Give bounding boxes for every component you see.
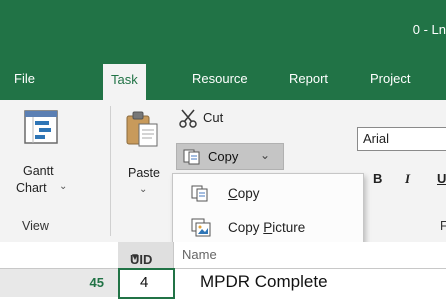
paste-icon bbox=[126, 111, 158, 147]
paste-label: Paste bbox=[128, 166, 160, 180]
copy-icon bbox=[191, 185, 208, 202]
window-title: 0 - Ln bbox=[412, 22, 446, 37]
uid-value: 4 bbox=[140, 274, 149, 291]
row-number: 45 bbox=[89, 275, 104, 290]
sort-descending-icon: ▼ bbox=[130, 252, 140, 263]
uid-cell-selected[interactable]: 4 bbox=[118, 268, 175, 299]
menu-item-copy[interactable]: Copy bbox=[173, 178, 363, 210]
underline-button[interactable]: U bbox=[437, 171, 446, 186]
title-bar: 0 - Ln bbox=[0, 0, 446, 60]
tab-file[interactable]: File bbox=[14, 60, 35, 100]
font-group-label: F bbox=[440, 219, 446, 233]
copy-icon bbox=[183, 149, 200, 165]
copy-dropdown-menu: Copy Copy Picture bbox=[172, 173, 364, 251]
copy-picture-icon bbox=[191, 218, 211, 237]
tab-resource[interactable]: Resource bbox=[192, 60, 248, 100]
group-divider bbox=[110, 106, 111, 236]
menu-item-copy-picture-label: Copy Picture bbox=[228, 220, 306, 235]
tab-report[interactable]: Report bbox=[289, 60, 328, 100]
view-group-label: View bbox=[22, 219, 49, 233]
scissors-icon bbox=[179, 109, 197, 128]
column-header-row: UID ▼ Name bbox=[0, 242, 446, 269]
font-name-combobox[interactable]: Arial bbox=[357, 127, 446, 151]
ribbon-tab-bar: File Task Resource Report Project bbox=[0, 60, 446, 100]
tab-task[interactable]: Task bbox=[103, 64, 146, 100]
gantt-chart-button[interactable]: Gantt Chart ⌄ bbox=[8, 106, 72, 198]
column-header-name[interactable]: Name bbox=[182, 247, 217, 262]
copy-split-button[interactable]: Copy ⌄ bbox=[176, 143, 284, 170]
gantt-label-line1: Gantt bbox=[23, 164, 54, 178]
font-name-value: Arial bbox=[363, 131, 390, 146]
menu-item-copy-label: Copy bbox=[228, 186, 260, 201]
paste-dropdown-icon[interactable]: ⌄ bbox=[139, 184, 147, 195]
row-number-cell[interactable]: 45 bbox=[0, 269, 118, 297]
task-grid: UID ▼ Name 45 4 MPDR Complete bbox=[0, 242, 446, 299]
paste-button[interactable]: Paste ⌄ bbox=[118, 106, 168, 211]
copy-dropdown-chevron-icon[interactable]: ⌄ bbox=[260, 148, 270, 162]
copy-label: Copy bbox=[208, 149, 239, 164]
bold-button[interactable]: B bbox=[373, 171, 382, 186]
menu-item-copy-picture[interactable]: Copy Picture bbox=[173, 212, 363, 244]
task-name-cell[interactable]: MPDR Complete bbox=[200, 272, 328, 292]
cut-button[interactable]: Cut bbox=[178, 108, 238, 130]
column-header-uid[interactable]: UID ▼ bbox=[118, 242, 174, 268]
gantt-label-line2: Chart bbox=[16, 181, 47, 195]
cut-label: Cut bbox=[203, 110, 224, 125]
italic-button[interactable]: I bbox=[405, 171, 410, 187]
chevron-down-icon: ⌄ bbox=[59, 181, 68, 192]
tab-project[interactable]: Project bbox=[370, 60, 410, 100]
gantt-chart-icon bbox=[24, 110, 58, 144]
